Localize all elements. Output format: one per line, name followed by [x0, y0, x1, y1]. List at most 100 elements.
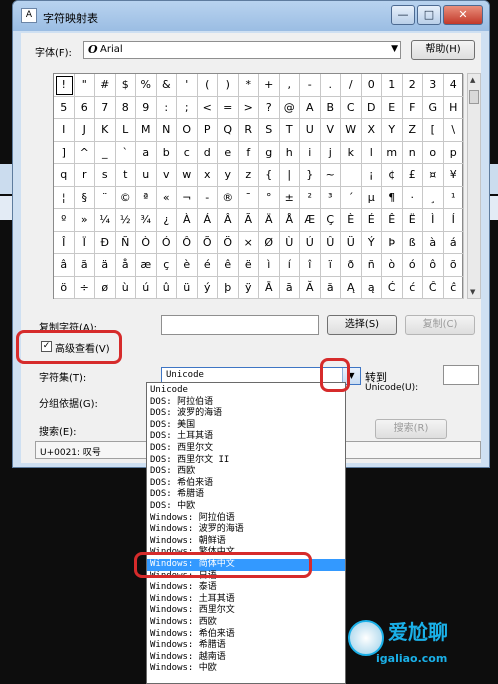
char-cell[interactable]: 3	[423, 74, 444, 97]
char-cell[interactable]: H	[443, 96, 464, 119]
char-cell[interactable]: ¤	[423, 164, 444, 187]
char-cell[interactable]: ¾	[136, 209, 157, 232]
char-cell[interactable]: Ć	[382, 276, 403, 299]
char-cell[interactable]: n	[402, 141, 423, 164]
char-cell[interactable]: '	[177, 74, 198, 97]
char-cell[interactable]: ¸	[423, 186, 444, 209]
char-cell[interactable]: ¯	[238, 186, 259, 209]
char-cell[interactable]: A	[300, 96, 321, 119]
minimize-button[interactable]: —	[391, 5, 415, 25]
char-cell[interactable]: ¬	[177, 186, 198, 209]
charset-option[interactable]: DOS: 波罗的海语	[147, 408, 345, 420]
char-cell[interactable]: ¹	[443, 186, 464, 209]
char-cell[interactable]: 1	[382, 74, 403, 97]
char-cell[interactable]: %	[136, 74, 157, 97]
char-cell[interactable]: @	[279, 96, 300, 119]
char-cell[interactable]: ć	[402, 276, 423, 299]
char-cell[interactable]: (	[197, 74, 218, 97]
char-cell[interactable]: ¢	[382, 164, 403, 187]
charset-option[interactable]: Windows: 中欧	[147, 663, 345, 675]
char-cell[interactable]: ç	[156, 254, 177, 277]
char-cell[interactable]: À	[177, 209, 198, 232]
char-cell[interactable]: Ö	[218, 231, 239, 254]
char-cell[interactable]: 5	[54, 96, 75, 119]
maximize-button[interactable]: □	[417, 5, 441, 25]
charset-option[interactable]: Windows: 波罗的海语	[147, 524, 345, 536]
char-cell[interactable]: ù	[115, 276, 136, 299]
char-cell[interactable]: á	[443, 231, 464, 254]
char-cell[interactable]: <	[197, 96, 218, 119]
char-cell[interactable]: è	[177, 254, 198, 277]
charset-option[interactable]: Windows: 希腊语	[147, 640, 345, 652]
char-cell[interactable]: Õ	[197, 231, 218, 254]
char-cell[interactable]: 8	[115, 96, 136, 119]
char-cell[interactable]: f	[238, 141, 259, 164]
charset-option[interactable]: DOS: 美国	[147, 420, 345, 432]
char-cell[interactable]: î	[300, 254, 321, 277]
char-cell[interactable]: ¦	[54, 186, 75, 209]
charset-dropdown-list[interactable]: Unicode DOS: 阿拉伯语 DOS: 波罗的海语 DOS: 美国 DOS: 土耳…	[146, 382, 346, 684]
char-cell[interactable]: Ç	[320, 209, 341, 232]
char-cell[interactable]: â	[54, 254, 75, 277]
charset-option[interactable]: DOS: 阿拉伯语	[147, 397, 345, 409]
char-cell[interactable]: Ë	[402, 209, 423, 232]
char-cell[interactable]: ö	[54, 276, 75, 299]
copy-button[interactable]: 复制(C)	[405, 315, 475, 335]
char-cell[interactable]: M	[136, 119, 157, 142]
char-cell[interactable]: ô	[423, 254, 444, 277]
char-cell[interactable]: Ĉ	[423, 276, 444, 299]
char-cell[interactable]: 7	[95, 96, 116, 119]
char-cell[interactable]: ó	[402, 254, 423, 277]
char-cell[interactable]: V	[320, 119, 341, 142]
select-button[interactable]: 选择(S)	[327, 315, 397, 335]
char-cell[interactable]: e	[218, 141, 239, 164]
charset-option[interactable]: Windows: 越南语	[147, 652, 345, 664]
charset-option[interactable]: DOS: 西里尔文	[147, 443, 345, 455]
search-button[interactable]: 搜索(R)	[375, 419, 447, 439]
char-cell[interactable]: :	[156, 96, 177, 119]
char-cell[interactable]: þ	[218, 276, 239, 299]
char-cell[interactable]: )	[218, 74, 239, 97]
char-cell[interactable]: L	[115, 119, 136, 142]
help-button[interactable]: 帮助(H)	[411, 40, 475, 60]
char-cell[interactable]: x	[197, 164, 218, 187]
char-cell[interactable]: E	[382, 96, 403, 119]
char-cell[interactable]: [	[423, 119, 444, 142]
charset-option[interactable]: Windows: 土耳其语	[147, 594, 345, 606]
char-cell[interactable]: ÷	[74, 276, 95, 299]
char-cell[interactable]: ®	[218, 186, 239, 209]
scroll-thumb[interactable]	[469, 90, 479, 104]
char-cell[interactable]: ï	[320, 254, 341, 277]
charset-option[interactable]: DOS: 中欧	[147, 501, 345, 513]
char-cell[interactable]	[341, 164, 362, 187]
char-cell[interactable]: Y	[382, 119, 403, 142]
char-cell[interactable]: °	[259, 186, 280, 209]
char-cell[interactable]: £	[402, 164, 423, 187]
char-cell[interactable]: j	[320, 141, 341, 164]
char-cell[interactable]: l	[361, 141, 382, 164]
char-cell[interactable]: à	[423, 231, 444, 254]
char-cell[interactable]: Û	[320, 231, 341, 254]
charset-option[interactable]: Windows: 朝鲜语	[147, 536, 345, 548]
char-cell[interactable]: U	[300, 119, 321, 142]
char-cell[interactable]: h	[279, 141, 300, 164]
char-cell[interactable]: z	[238, 164, 259, 187]
char-cell[interactable]: o	[423, 141, 444, 164]
char-cell[interactable]: Æ	[300, 209, 321, 232]
char-cell[interactable]: _	[95, 141, 116, 164]
char-cell[interactable]: ±	[279, 186, 300, 209]
char-cell[interactable]: r	[74, 164, 95, 187]
char-cell[interactable]: Ù	[279, 231, 300, 254]
char-cell[interactable]: ¼	[95, 209, 116, 232]
char-cell[interactable]: ©	[115, 186, 136, 209]
char-cell[interactable]: ą	[361, 276, 382, 299]
char-cell[interactable]: Ì	[423, 209, 444, 232]
char-cell[interactable]: Ă	[300, 276, 321, 299]
charset-option[interactable]: Windows: 泰语	[147, 582, 345, 594]
char-cell[interactable]: 6	[74, 96, 95, 119]
char-cell[interactable]: ~	[320, 164, 341, 187]
char-cell[interactable]: C	[341, 96, 362, 119]
char-cell[interactable]: ^	[74, 141, 95, 164]
char-cell[interactable]: ä	[95, 254, 116, 277]
scroll-up-icon[interactable]: ▲	[470, 76, 475, 84]
